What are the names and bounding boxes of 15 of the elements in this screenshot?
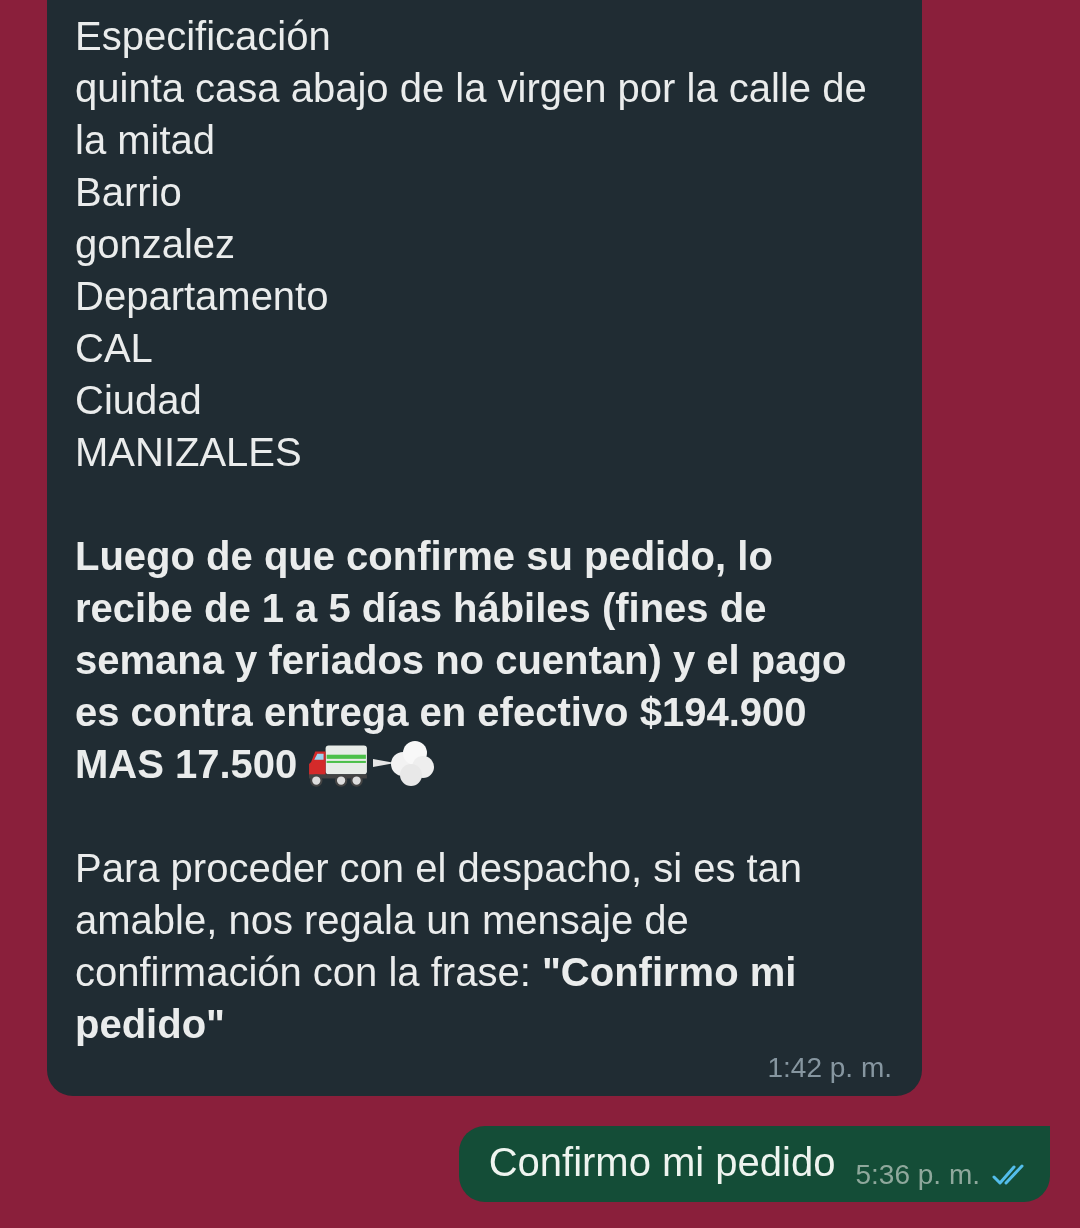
- timestamp: 5:36 p. m.: [855, 1158, 980, 1192]
- message-text: MAS 17.500: [75, 741, 298, 788]
- message-text: quinta casa abajo de la virgen por la calle de la mitad: [75, 65, 868, 164]
- message-text: Barrio: [75, 169, 183, 216]
- message-text: MANIZALES: [75, 429, 303, 476]
- message-text: CAL: [75, 325, 154, 372]
- message-text: Especificación: [75, 13, 332, 60]
- message-text: Ciudad: [75, 377, 203, 424]
- message-text: Para proceder con el despacho, si es tan amable, nos regala un mensaje de confirmación con la frase: "Confirmo mi pedido": [75, 845, 804, 1048]
- message-text: Departamento: [75, 273, 330, 320]
- message-text: Confirmo mi pedido: [488, 1139, 836, 1186]
- cloud-icon: [373, 739, 436, 789]
- timestamp: 1:42 p. m.: [767, 1051, 892, 1085]
- message-text: Luego de que confirme su pedido, lo recibe de 1 a 5 días hábiles (fines de semana y feriados no cuentan) y el pago es contra entrega en efectivo $194.900: [75, 533, 848, 736]
- message-text: gonzalez: [75, 221, 237, 268]
